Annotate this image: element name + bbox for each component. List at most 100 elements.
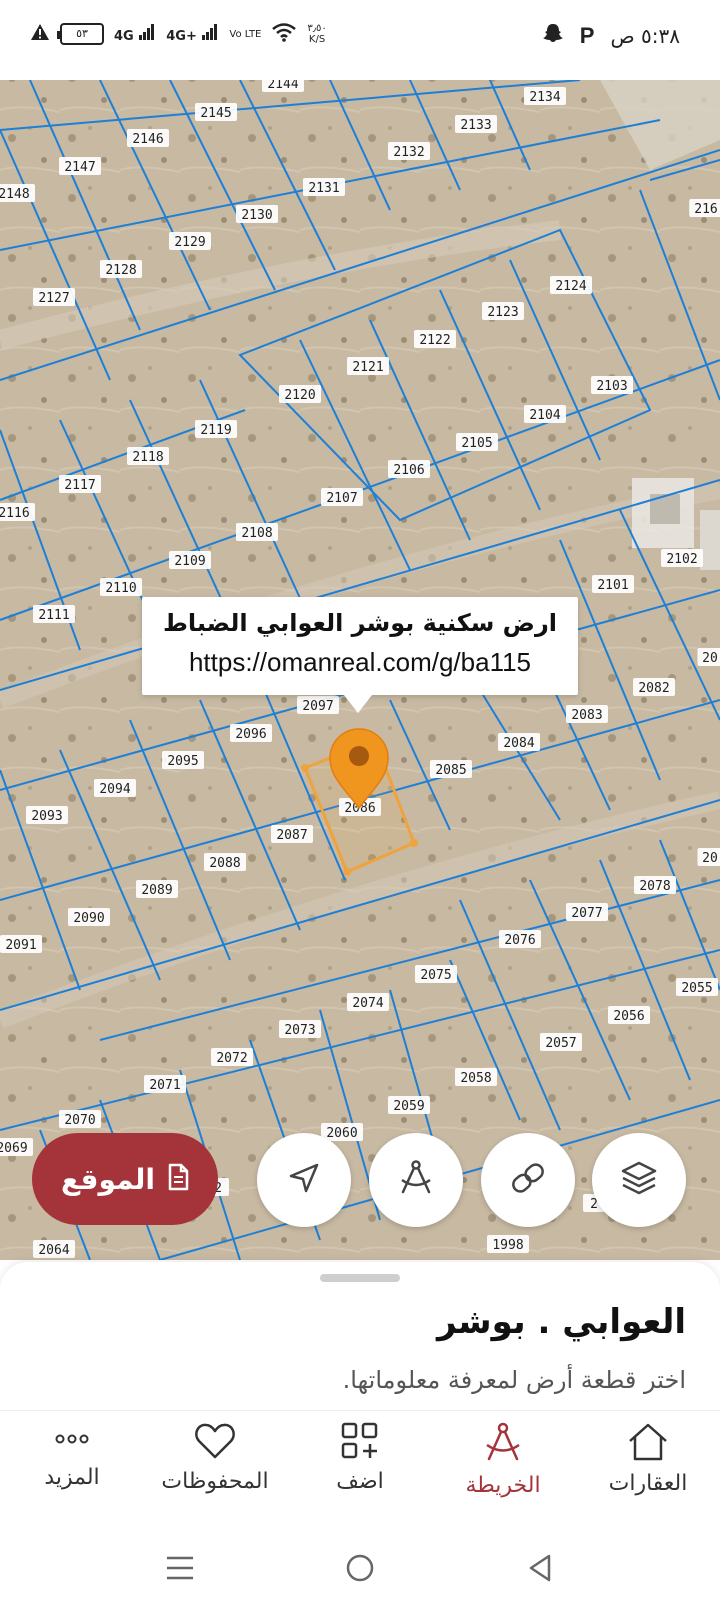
plot-number-label[interactable]: 2095 (167, 754, 198, 769)
info-bottom-sheet[interactable]: العوابي . بوشر اختر قطعة أرض لمعرفة معلو… (0, 1262, 720, 1412)
plot-number-label[interactable]: 2130 (241, 208, 272, 223)
plot-number-label[interactable]: 2123 (487, 305, 518, 320)
back-button[interactable] (520, 1550, 560, 1590)
plot-number-label[interactable]: 2106 (393, 463, 424, 478)
home-button[interactable] (340, 1550, 380, 1590)
plot-number-label[interactable]: 2074 (352, 996, 383, 1011)
plot-number-label[interactable]: 1998 (492, 1238, 523, 1253)
nav-map[interactable]: الخريطة (433, 1421, 573, 1498)
plot-number-label[interactable]: 2134 (529, 90, 560, 105)
signal-icon (139, 24, 155, 40)
plot-number-label[interactable]: 2077 (571, 906, 602, 921)
plot-number-label[interactable]: 2128 (105, 263, 136, 278)
callout-title: ارض سكنية بوشر العوابي الضباط (162, 609, 558, 637)
plot-number-label[interactable]: 2073 (284, 1023, 315, 1038)
plot-number-label[interactable]: 2056 (613, 1009, 644, 1024)
plot-number-label[interactable]: 2116 (0, 506, 30, 521)
nav-add-label: اضف (336, 1469, 384, 1494)
more-dots-icon (50, 1434, 94, 1461)
plot-number-label[interactable]: 20 (702, 851, 718, 866)
callout-url[interactable]: https://omanreal.com/g/ba115 (142, 647, 578, 678)
plot-number-label[interactable]: 2103 (596, 379, 627, 394)
plot-number-label[interactable]: 2119 (200, 423, 231, 438)
document-icon (167, 1163, 189, 1195)
measure-button[interactable] (369, 1133, 463, 1227)
signal-icon (202, 24, 218, 40)
plot-number-label[interactable]: 2146 (132, 132, 163, 147)
plot-number-label[interactable]: 2108 (241, 526, 272, 541)
plot-number-label[interactable]: 2085 (435, 763, 466, 778)
plot-number-label[interactable]: 2084 (503, 736, 534, 751)
back-triangle-icon (525, 1552, 555, 1588)
plot-number-label[interactable]: 2122 (419, 333, 450, 348)
location-button[interactable]: الموقع (32, 1133, 218, 1225)
plot-number-label[interactable]: 2120 (284, 388, 315, 403)
plot-number-label[interactable]: 2131 (308, 181, 339, 196)
status-time: ٥:٣٨ ص (610, 24, 680, 48)
plot-number-label[interactable]: 2093 (31, 809, 62, 824)
signal-4g-label: 4G (114, 29, 134, 44)
nav-properties[interactable]: العقارات (578, 1421, 718, 1496)
plot-number-label[interactable]: 2097 (302, 699, 333, 714)
plot-number-label[interactable]: 2082 (638, 681, 669, 696)
plot-number-label[interactable]: 2133 (460, 118, 491, 133)
plot-number-label[interactable]: 2148 (0, 187, 30, 202)
plot-number-label[interactable]: 2055 (681, 981, 712, 996)
plot-number-label[interactable]: 2057 (545, 1036, 576, 1051)
plot-number-label[interactable]: 2059 (393, 1099, 424, 1114)
plot-number-label[interactable]: 2109 (174, 554, 205, 569)
plot-number-label[interactable]: 2110 (105, 581, 136, 596)
plot-number-label[interactable]: 2091 (5, 938, 36, 953)
plot-number-label[interactable]: 2124 (555, 279, 586, 294)
plot-number-label[interactable]: 2058 (460, 1071, 491, 1086)
bottom-nav: المزيد المحفوظات اضف الخريطة العقارات (0, 1410, 720, 1520)
plot-number-label[interactable]: 2078 (639, 879, 670, 894)
plot-number-label[interactable]: 2147 (64, 160, 95, 175)
sheet-drag-handle[interactable] (320, 1274, 400, 1282)
plot-number-label[interactable]: 2127 (38, 291, 69, 306)
plot-number-label[interactable]: 2102 (666, 552, 697, 567)
plot-number-label[interactable]: 2060 (326, 1126, 357, 1141)
status-right: P ٥:٣٨ ص (542, 22, 680, 50)
plot-number-label[interactable]: 2121 (352, 360, 383, 375)
p-icon: P (579, 23, 595, 48)
speed-value: ٣٫٥٠ (307, 23, 327, 34)
plot-number-label[interactable]: 20 (702, 651, 718, 666)
plot-number-label[interactable]: 2094 (99, 782, 130, 797)
plot-number-label[interactable]: 2117 (64, 478, 95, 493)
plot-number-label[interactable]: 2064 (38, 1243, 69, 1258)
plot-number-label[interactable]: 2076 (504, 933, 535, 948)
plot-number-label[interactable]: 2129 (174, 235, 205, 250)
plot-number-label[interactable]: 2096 (235, 727, 266, 742)
plot-number-label[interactable]: 2087 (276, 828, 307, 843)
recents-button[interactable] (160, 1550, 200, 1590)
plot-number-label[interactable]: 2089 (141, 883, 172, 898)
plot-number-label[interactable]: 2145 (200, 106, 231, 121)
plot-number-label[interactable]: 2144 (267, 80, 298, 92)
plot-number-label[interactable]: 2088 (209, 856, 240, 871)
plot-number-label[interactable]: 2111 (38, 608, 69, 623)
layers-button[interactable] (592, 1133, 686, 1227)
nav-saved[interactable]: المحفوظات (145, 1421, 285, 1494)
recents-icon (164, 1553, 196, 1587)
plot-number-label[interactable]: 2105 (461, 436, 492, 451)
nav-add[interactable]: اضف (290, 1421, 430, 1494)
plot-number-label[interactable]: 2104 (529, 408, 560, 423)
plot-number-label[interactable]: 2070 (64, 1113, 95, 1128)
plot-number-label[interactable]: 2107 (326, 491, 357, 506)
plot-number-label[interactable]: 2118 (132, 450, 163, 465)
plot-number-label[interactable]: 216 (694, 202, 717, 217)
plot-number-label[interactable]: 2072 (216, 1051, 247, 1066)
share-link-button[interactable] (481, 1133, 575, 1227)
plot-number-label[interactable]: 2090 (73, 911, 104, 926)
plot-number-label[interactable]: 2101 (597, 578, 628, 593)
plot-number-label[interactable]: 2075 (420, 968, 451, 983)
navigate-button[interactable] (257, 1133, 351, 1227)
plot-number-label[interactable]: 2069 (0, 1141, 28, 1156)
plot-callout[interactable]: ارض سكنية بوشر العوابي الضباط https://om… (142, 597, 578, 713)
plot-number-label[interactable]: 2132 (393, 145, 424, 160)
plot-number-label[interactable]: 2071 (149, 1078, 180, 1093)
nav-more[interactable]: المزيد (2, 1421, 142, 1490)
plot-number-label[interactable]: 2083 (571, 708, 602, 723)
compass-measure-icon (396, 1158, 436, 1202)
